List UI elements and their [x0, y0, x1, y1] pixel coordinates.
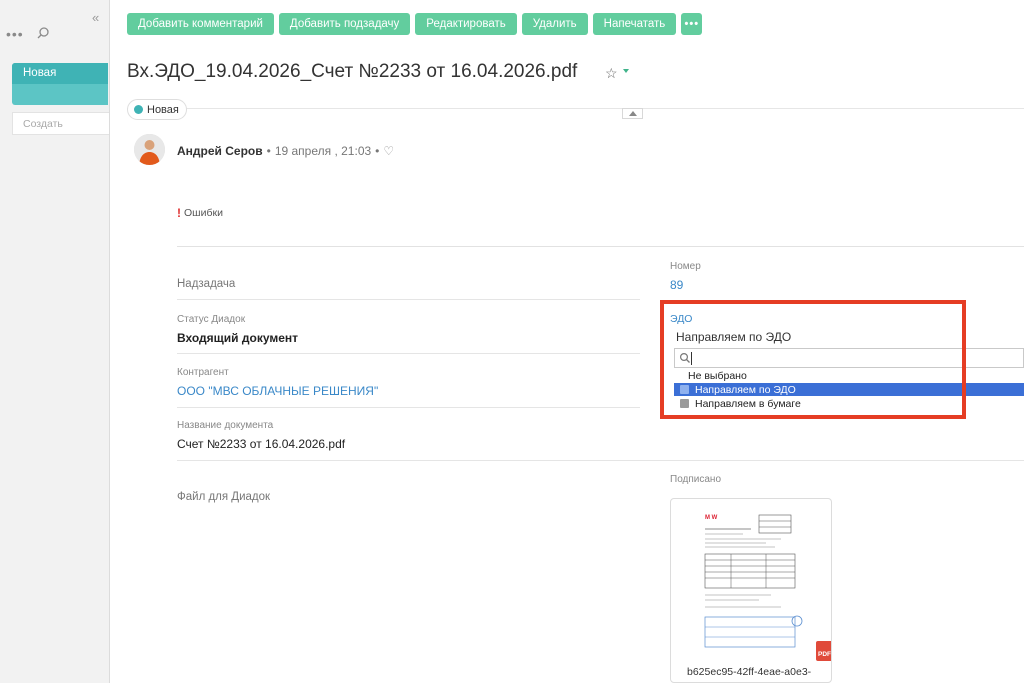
dropdown-search-input[interactable]: [674, 348, 1024, 368]
author-name[interactable]: Андрей Серов: [177, 144, 263, 158]
create-input[interactable]: Создать: [12, 112, 109, 135]
divider: [177, 299, 640, 300]
sidebar: « ••• Новая Создать: [0, 0, 110, 683]
signed-label: Подписано: [670, 474, 722, 485]
heart-icon[interactable]: ♡: [383, 144, 394, 158]
document-name-value: Счет №2233 от 16.04.2026.pdf: [177, 437, 346, 451]
diadoc-status-label: Статус Диадок: [177, 314, 246, 325]
scroll-up-button[interactable]: [622, 108, 643, 119]
text-cursor: [691, 352, 692, 365]
sidebar-item-label: Новая: [12, 63, 108, 84]
attachment-card[interactable]: M W PDF b625ec95-42ff-4eae-a0e3-: [670, 498, 832, 683]
status-dot-icon: [134, 105, 143, 114]
edit-button[interactable]: Редактировать: [415, 13, 517, 35]
pdf-badge: PDF: [818, 651, 831, 658]
timestamp: 19 апреля , 21:03: [274, 144, 372, 158]
status-label: Новая: [147, 103, 179, 116]
document-name-label: Название документа: [177, 420, 274, 431]
avatar[interactable]: [134, 134, 165, 165]
counterparty-label: Контрагент: [177, 367, 229, 378]
attachment-file-name: b625ec95-42ff-4eae-a0e3-: [687, 666, 812, 678]
color-swatch-icon: [680, 385, 689, 394]
more-icon[interactable]: •••: [6, 26, 24, 42]
divider: [177, 407, 640, 408]
star-icon[interactable]: ☆: [605, 65, 618, 82]
divider: [177, 460, 1024, 461]
sidebar-item-new[interactable]: Новая: [12, 63, 108, 105]
divider: [127, 108, 1024, 109]
option-label: Направляем по ЭДО: [695, 383, 796, 396]
separator: •: [375, 144, 380, 158]
counterparty-link[interactable]: ООО "МВС ОБЛАЧНЫЕ РЕШЕНИЯ": [177, 384, 378, 398]
page-title: Вх.ЭДО_19.04.2026_Счет №2233 от 16.04.20…: [127, 61, 578, 82]
svg-text:M W: M W: [705, 515, 718, 521]
search-icon: [679, 352, 690, 363]
more-actions-button[interactable]: •••: [681, 13, 703, 35]
add-subtask-button[interactable]: Добавить подзадачу: [278, 13, 411, 35]
dropdown-option-selected[interactable]: Направляем по ЭДО: [674, 383, 1024, 396]
add-comment-button[interactable]: Добавить комментарий: [127, 13, 274, 35]
exclamation-icon: !: [177, 206, 181, 220]
edo-current-value[interactable]: Направляем по ЭДО: [676, 330, 791, 344]
number-label: Номер: [670, 261, 701, 272]
separator: •: [266, 144, 271, 158]
print-button[interactable]: Напечатать: [592, 13, 677, 35]
status-badge[interactable]: Новая: [127, 99, 187, 120]
search-icon[interactable]: [36, 26, 50, 40]
diadoc-file-label: Файл для Диадок: [177, 491, 271, 503]
edo-label[interactable]: ЭДО: [670, 313, 692, 325]
dropdown-option[interactable]: Направляем в бумаге: [674, 397, 1024, 410]
person-icon: [134, 134, 165, 165]
option-label: Направляем в бумаге: [695, 397, 801, 410]
parent-task-label: Надзадача: [177, 278, 236, 290]
divider: [177, 246, 1024, 247]
option-label: Не выбрано: [688, 369, 747, 382]
number-value[interactable]: 89: [670, 278, 683, 292]
delete-button[interactable]: Удалить: [521, 13, 588, 35]
color-swatch-icon: [680, 399, 689, 408]
errors-field: ! Ошибки: [177, 206, 223, 220]
chevron-down-icon[interactable]: [623, 69, 629, 73]
divider: [177, 353, 640, 354]
collapse-sidebar-icon[interactable]: «: [92, 10, 99, 25]
dropdown-option[interactable]: Не выбрано: [674, 369, 1024, 382]
toolbar: Добавить комментарий Добавить подзадачу …: [127, 13, 703, 35]
errors-label: Ошибки: [184, 207, 223, 219]
document-thumbnail-icon: M W: [701, 509, 831, 661]
diadoc-status-value: Входящий документ: [177, 331, 299, 345]
author-line: Андрей Серов • 19 апреля , 21:03 • ♡: [177, 144, 394, 158]
